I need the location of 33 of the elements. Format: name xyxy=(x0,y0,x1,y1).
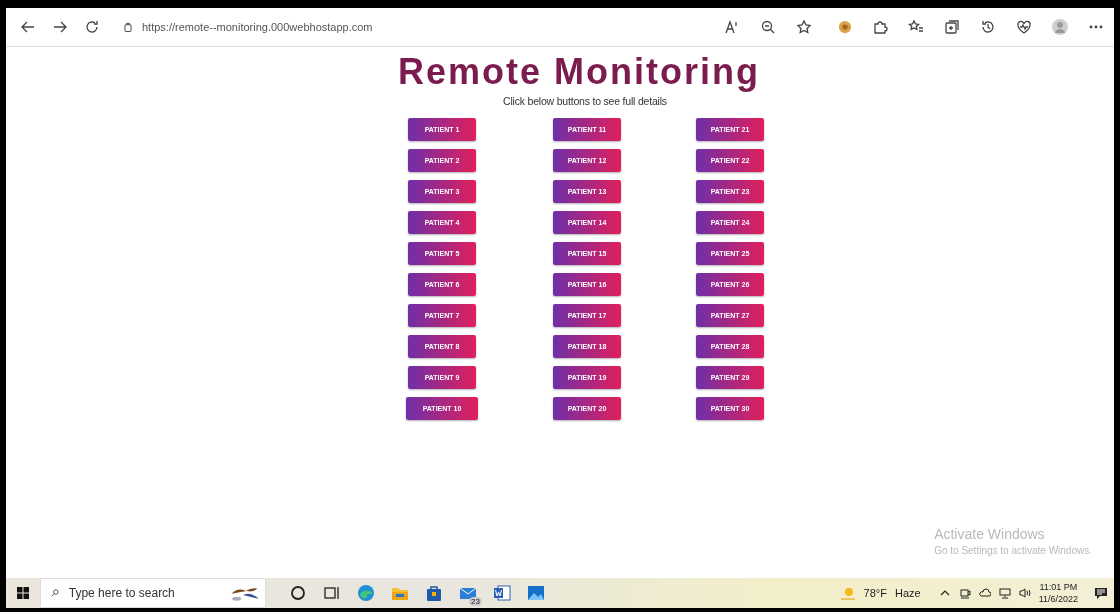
health-icon[interactable] xyxy=(1016,19,1032,35)
address-bar[interactable]: https://remote--monitoring.000webhostapp.com xyxy=(142,21,373,33)
zoom-icon[interactable] xyxy=(760,19,776,35)
volume-icon[interactable] xyxy=(1018,587,1031,599)
puzzle-icon[interactable] xyxy=(872,19,888,35)
activation-message: Go to Settings to activate Windows. xyxy=(934,545,1092,556)
store-bag-icon[interactable] xyxy=(424,583,444,603)
favorites-icon[interactable] xyxy=(908,19,924,35)
read-aloud-icon[interactable] xyxy=(724,19,740,35)
collections-icon[interactable] xyxy=(944,19,960,35)
taskbar-search-box[interactable]: Type here to search xyxy=(40,578,266,608)
instruction-text: Click below buttons to see full details xyxy=(503,95,667,107)
mail-badge: 23 xyxy=(469,597,482,606)
activation-title: Activate Windows xyxy=(934,526,1046,542)
favorite-star-icon[interactable] xyxy=(796,19,812,35)
notification-icon[interactable] xyxy=(1094,586,1108,600)
page-title: Remote Monitoring xyxy=(398,51,760,93)
history-icon[interactable] xyxy=(980,19,996,35)
profile-avatar-icon[interactable] xyxy=(1052,19,1068,35)
lock-icon xyxy=(122,21,134,33)
windows-start-icon[interactable] xyxy=(17,587,29,599)
clock[interactable]: 11:01 PM 11/6/2022 xyxy=(1038,581,1078,605)
temperature-text: 78°F xyxy=(863,587,887,599)
cloud-icon[interactable] xyxy=(978,587,991,599)
weather-text: Haze xyxy=(894,587,921,599)
back-icon[interactable] xyxy=(20,19,36,35)
search-icon xyxy=(51,587,59,599)
taskbar-search-field[interactable]: Type here to search xyxy=(66,585,221,601)
photos-icon[interactable] xyxy=(526,583,546,603)
cortana-icon[interactable] xyxy=(288,583,308,603)
refresh-icon[interactable] xyxy=(84,19,100,35)
forward-icon[interactable] xyxy=(52,19,68,35)
word-icon[interactable] xyxy=(492,583,512,603)
